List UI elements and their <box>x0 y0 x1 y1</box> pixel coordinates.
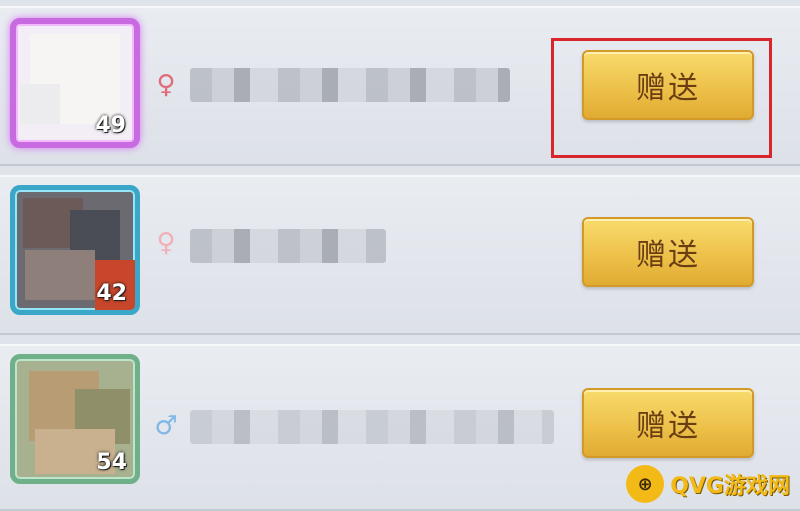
watermark: ⊕ QVG游戏网 <box>626 465 790 503</box>
highlight-annotation-box <box>551 38 772 158</box>
avatar-image-part <box>25 250 95 300</box>
gender-icon: ♀ <box>156 70 176 100</box>
gift-button[interactable]: 赠送 <box>582 388 754 458</box>
gender-icon: ♀ <box>156 228 176 258</box>
avatar-image-part <box>20 84 60 124</box>
friend-row: 42 ♀ 赠送 <box>0 175 800 335</box>
friend-list: 49 ♀ 赠送 42 ♀ 赠送 54 ♂ 赠送 ⊕ QVG游戏网 <box>0 0 800 511</box>
level-badge: 42 <box>96 281 127 306</box>
level-badge: 54 <box>96 450 127 475</box>
watermark-text: QVG游戏网 <box>670 474 790 499</box>
player-name-blurred <box>190 68 510 102</box>
avatar[interactable]: 49 <box>10 18 140 148</box>
player-name-blurred <box>190 229 386 263</box>
avatar[interactable]: 42 <box>10 185 140 315</box>
avatar[interactable]: 54 <box>10 354 140 484</box>
gamepad-logo-icon: ⊕ <box>626 465 665 503</box>
player-name-blurred <box>190 410 554 444</box>
gender-icon: ♂ <box>154 411 178 441</box>
gift-button[interactable]: 赠送 <box>582 217 754 287</box>
level-badge: 49 <box>95 113 126 138</box>
